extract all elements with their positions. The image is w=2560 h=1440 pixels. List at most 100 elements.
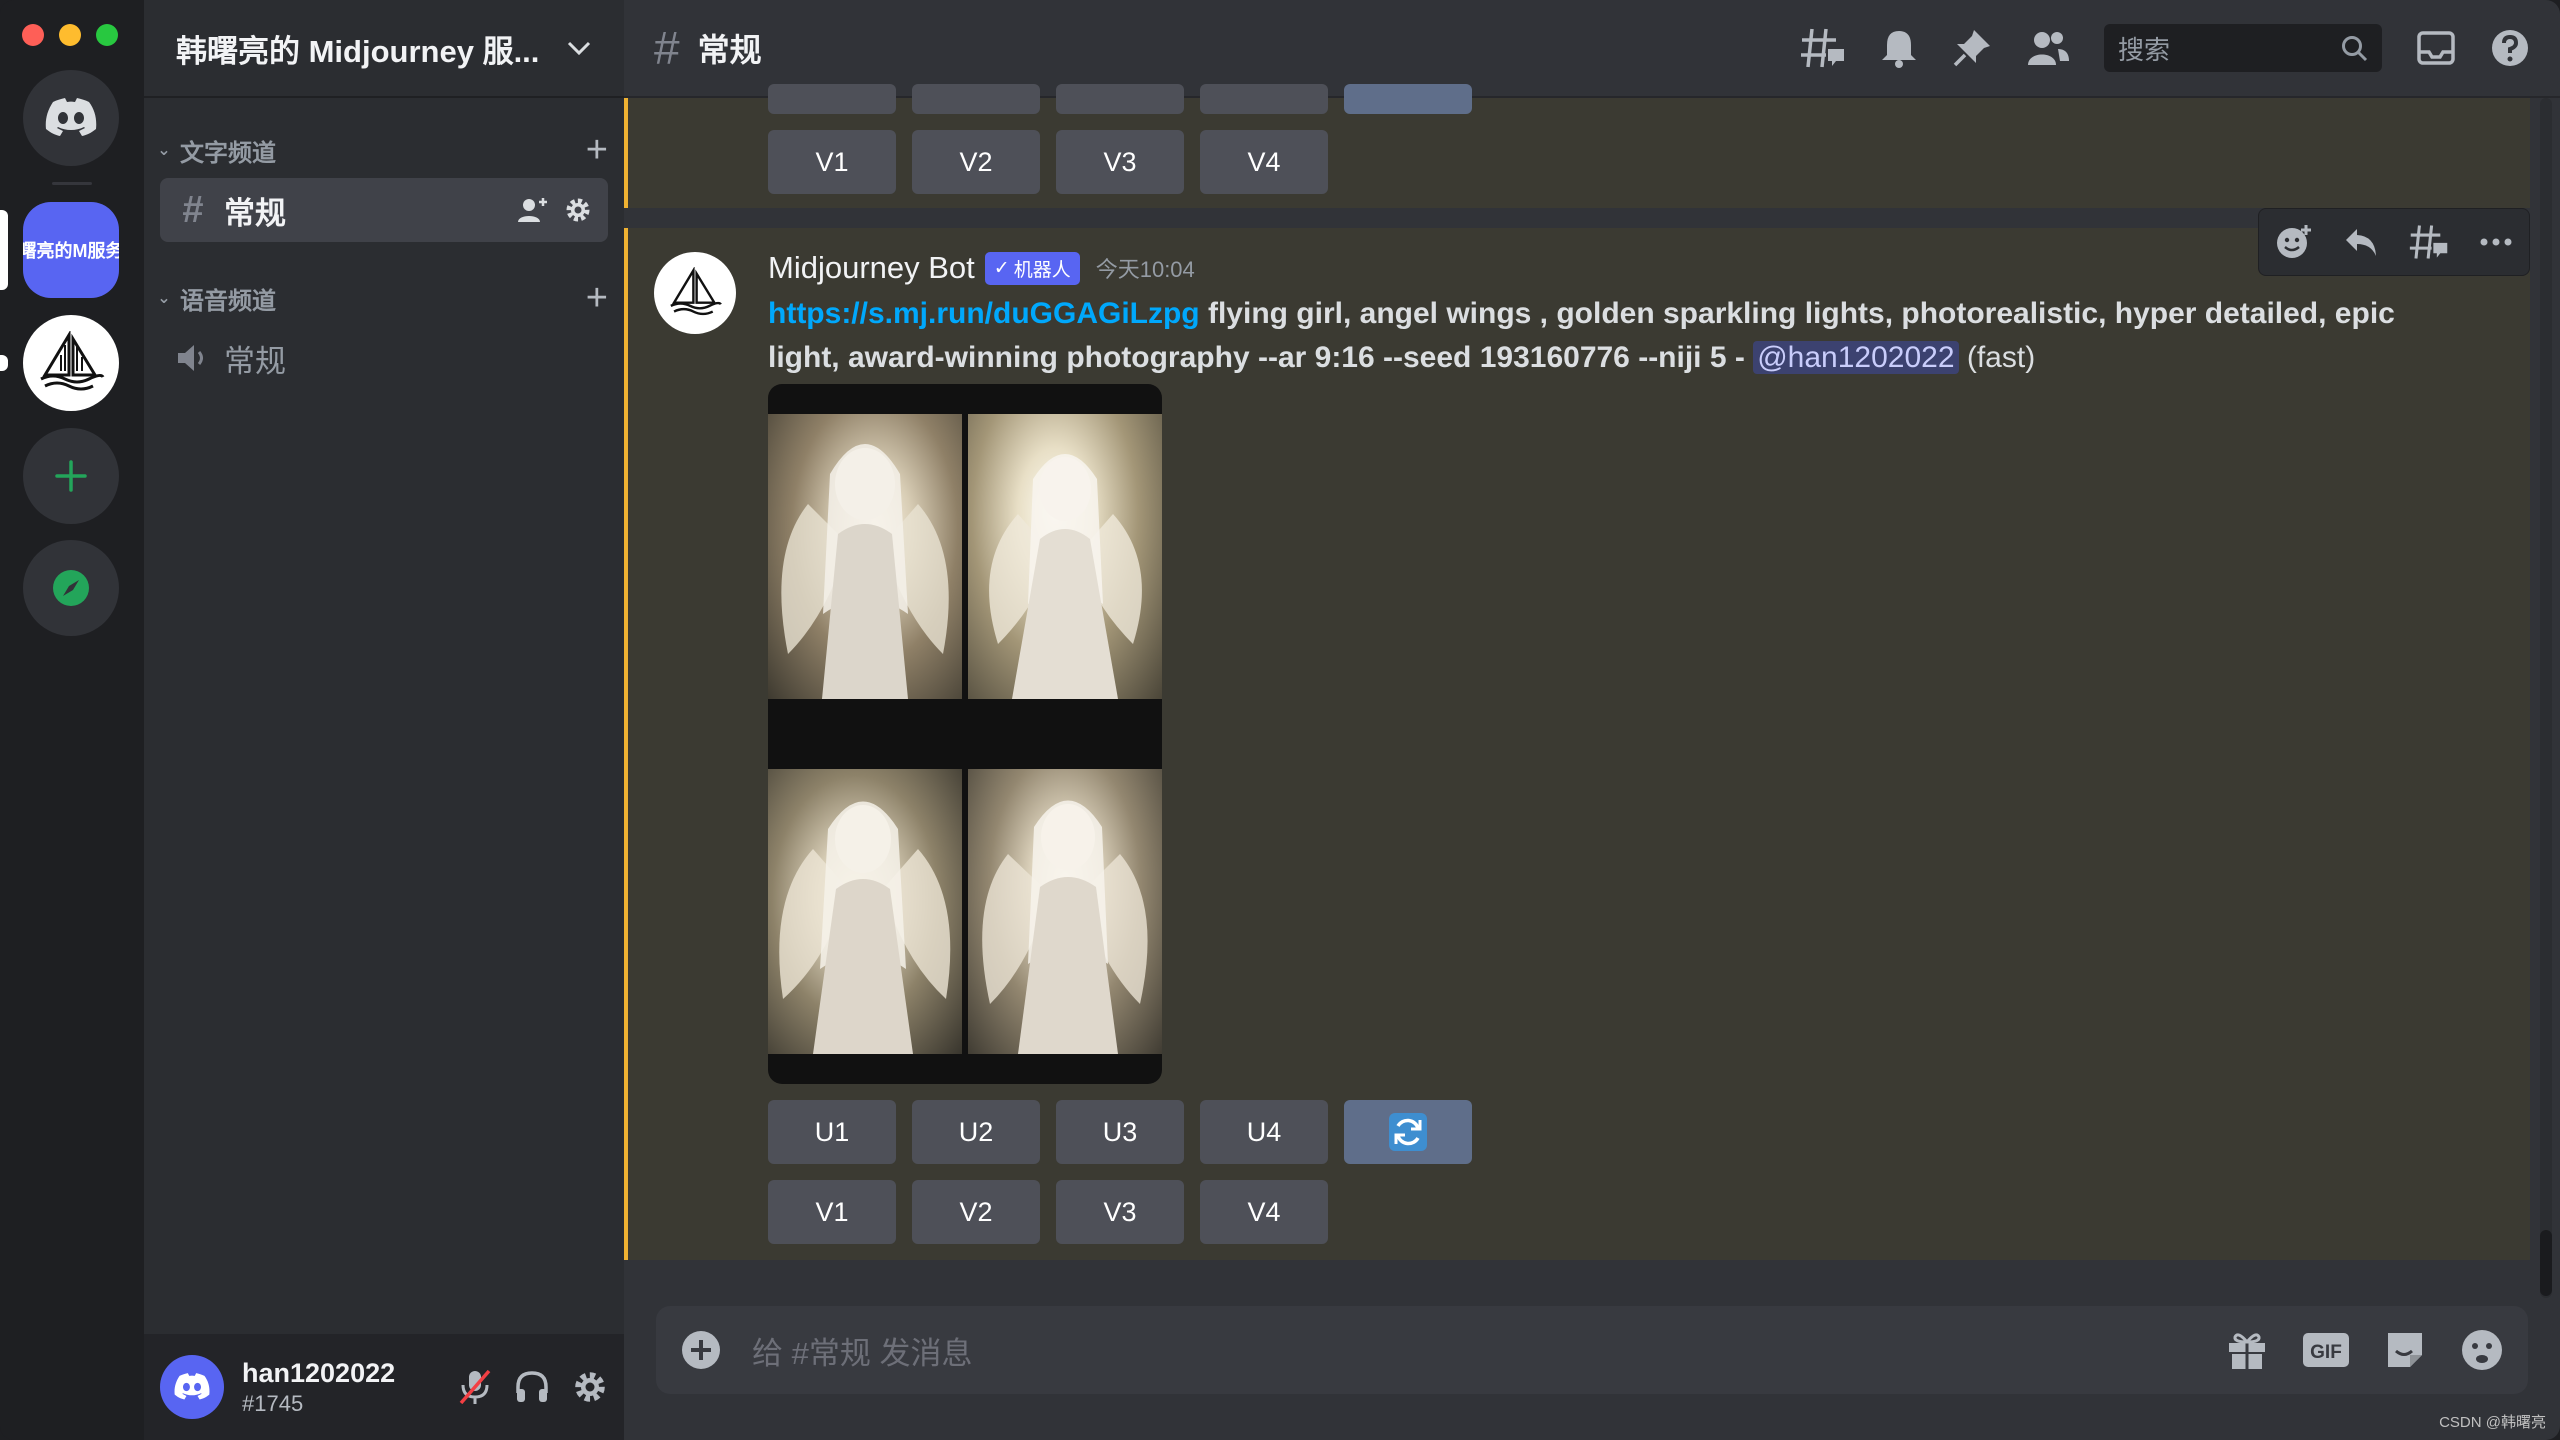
message-composer[interactable]: 给 #常规 发消息 GIF <box>656 1306 2528 1394</box>
gif-icon[interactable]: GIF <box>2302 1332 2350 1368</box>
pin-icon[interactable] <box>1952 28 1992 68</box>
generated-image-2[interactable] <box>968 414 1162 699</box>
server-abbrev: 曙亮的M服务 <box>23 241 119 261</box>
generated-image-3[interactable] <box>768 769 962 1054</box>
gift-icon[interactable] <box>2226 1329 2268 1371</box>
user-discriminator: #1745 <box>242 1390 304 1416</box>
user-avatar[interactable] <box>160 1355 224 1419</box>
hashtag-icon: # <box>182 188 204 231</box>
server-icon-midjourney[interactable] <box>23 315 119 411</box>
user-mention[interactable]: @han1202022 <box>1753 341 1959 374</box>
message-author[interactable]: Midjourney Bot <box>768 250 975 286</box>
gear-icon[interactable] <box>564 196 592 224</box>
variation-button-v4[interactable]: V4 <box>1200 1180 1328 1244</box>
variation-button-v2[interactable]: V2 <box>912 130 1040 194</box>
previous-u-button[interactable] <box>1200 84 1328 114</box>
chevron-down-icon: ⌄ <box>157 142 171 159</box>
chevron-down-icon <box>567 41 591 56</box>
discord-window: 曙亮的M服务 韩曙亮的 Midjourney 服... ⌄ 文字频道 + # 常… <box>0 0 2560 1440</box>
username: han1202022 <box>242 1357 396 1388</box>
channel-label: 常规 <box>224 195 286 231</box>
search-icon <box>2342 36 2368 62</box>
bell-icon[interactable] <box>1880 28 1918 68</box>
variation-button-v1[interactable]: V1 <box>768 1180 896 1244</box>
previous-u-button[interactable] <box>912 84 1040 114</box>
active-server-indicator <box>0 210 8 290</box>
previous-button-row-partial <box>768 84 1472 114</box>
help-icon[interactable] <box>2490 28 2530 68</box>
category-text-channels[interactable]: ⌄ 文字频道 + <box>152 130 608 170</box>
server-icon-han[interactable]: 曙亮的M服务 <box>23 202 119 298</box>
message-input[interactable]: 给 #常规 发消息 <box>752 1328 972 1373</box>
upload-plus-icon[interactable] <box>680 1329 722 1371</box>
image-link[interactable]: https://s.mj.run/duGGAGiLzpg <box>768 297 1200 330</box>
create-channel-button[interactable]: + <box>586 131 608 169</box>
explore-servers-button[interactable] <box>23 540 119 636</box>
image-grid[interactable] <box>768 384 1162 1084</box>
scrollbar-thumb[interactable] <box>2540 1230 2552 1296</box>
category-voice-channels[interactable]: ⌄ 语音频道 + <box>152 278 608 318</box>
generated-image-4[interactable] <box>968 769 1162 1054</box>
message-content: https://s.mj.run/duGGAGiLzpg flying girl… <box>768 292 2428 380</box>
mic-muted-icon[interactable] <box>458 1368 492 1406</box>
refresh-icon <box>1389 1113 1427 1151</box>
server-name: 韩曙亮的 Midjourney 服... <box>176 33 540 69</box>
angel-figure-3 <box>779 801 951 1054</box>
user-info[interactable]: han1202022 #1745 <box>242 1358 395 1417</box>
discord-logo-icon <box>174 1373 210 1400</box>
upscale-button-u3[interactable]: U3 <box>1056 1100 1184 1164</box>
invite-user-icon[interactable] <box>518 196 548 224</box>
sticker-icon[interactable] <box>2384 1329 2426 1371</box>
variation-button-v4[interactable]: V4 <box>1200 130 1328 194</box>
search-input[interactable]: 搜索 <box>2104 24 2382 72</box>
variation-button-v3[interactable]: V3 <box>1056 130 1184 194</box>
server-header[interactable]: 韩曙亮的 Midjourney 服... <box>144 0 624 98</box>
threads-icon[interactable] <box>1800 27 1846 69</box>
chat-area: # 常规 搜索 V1 V2 V3 V4 Midjourney Bot ✓ 机器人… <box>624 0 2560 1440</box>
emoji-icon[interactable] <box>2460 1328 2504 1372</box>
bot-badge: ✓ 机器人 <box>984 251 1080 285</box>
add-server-button[interactable] <box>23 428 119 524</box>
upscale-button-u4[interactable]: U4 <box>1200 1100 1328 1164</box>
channel-general[interactable]: # 常规 <box>160 178 608 242</box>
close-window-button[interactable] <box>22 24 44 46</box>
variation-button-v3[interactable]: V3 <box>1056 1180 1184 1244</box>
bot-avatar[interactable] <box>654 252 736 334</box>
variation-button-v1[interactable]: V1 <box>768 130 896 194</box>
home-button[interactable] <box>23 70 119 166</box>
headphones-icon[interactable] <box>514 1369 550 1405</box>
add-reaction-icon[interactable] <box>2275 223 2313 261</box>
sailboat-icon <box>670 267 722 316</box>
user-settings-gear-icon[interactable] <box>572 1369 608 1405</box>
channel-title: 常规 <box>697 32 762 68</box>
category-label: 语音频道 <box>180 287 276 315</box>
reroll-button[interactable] <box>1344 1100 1472 1164</box>
upscale-buttons: U1 U2 U3 U4 <box>768 1100 1472 1164</box>
previous-reroll-button[interactable] <box>1344 84 1472 114</box>
scrollbar-track[interactable] <box>2540 98 2552 1298</box>
more-options-icon[interactable] <box>2479 237 2513 247</box>
minimize-window-button[interactable] <box>59 24 81 46</box>
inbox-icon[interactable] <box>2416 30 2456 66</box>
variation-button-v2[interactable]: V2 <box>912 1180 1040 1244</box>
members-icon[interactable] <box>2026 29 2070 67</box>
generated-image-1[interactable] <box>768 414 962 699</box>
reply-icon[interactable] <box>2343 226 2379 258</box>
hashtag-icon: # <box>654 22 680 74</box>
zoom-window-button[interactable] <box>96 24 118 46</box>
channel-sidebar: 韩曙亮的 Midjourney 服... ⌄ 文字频道 + # 常规 ⌄ 语音频… <box>144 0 624 1440</box>
upscale-button-u1[interactable]: U1 <box>768 1100 896 1164</box>
create-thread-icon[interactable] <box>2409 223 2449 261</box>
upscale-button-u2[interactable]: U2 <box>912 1100 1040 1164</box>
create-voice-channel-button[interactable]: + <box>586 279 608 317</box>
angel-figure-2 <box>989 454 1142 699</box>
previous-u-button[interactable] <box>1056 84 1184 114</box>
channel-label: 常规 <box>224 343 286 379</box>
category-label: 文字频道 <box>180 139 276 167</box>
window-controls <box>22 24 118 46</box>
unread-indicator <box>0 355 8 371</box>
previous-u-button[interactable] <box>768 84 896 114</box>
rail-divider <box>52 182 92 185</box>
voice-channel-general[interactable]: 常规 <box>160 326 608 390</box>
variation-buttons: V1 V2 V3 V4 <box>768 1180 1328 1244</box>
